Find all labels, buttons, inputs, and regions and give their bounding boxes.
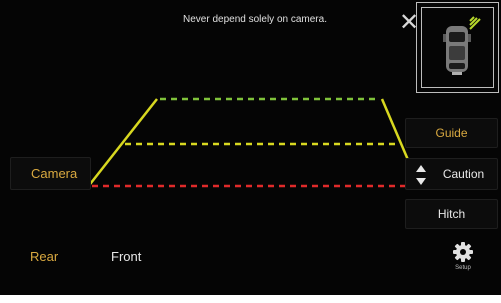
camera-button[interactable]: Camera: [10, 157, 91, 190]
setup-label: Setup: [455, 265, 471, 271]
hitch-button[interactable]: Hitch: [405, 199, 498, 229]
setup-button[interactable]: Setup: [448, 240, 478, 276]
gear-icon: [453, 242, 473, 262]
parking-guide-lines: [86, 97, 422, 189]
guide-left-side-line: [86, 98, 158, 189]
tab-front[interactable]: Front: [111, 249, 141, 264]
bottom-border: [0, 295, 501, 303]
up-down-arrows-icon[interactable]: [415, 164, 427, 186]
tab-rear[interactable]: Rear: [30, 249, 58, 264]
rear-camera-screen: Never depend solely on camera. ✕ Camera …: [0, 0, 501, 303]
guide-button[interactable]: Guide: [405, 118, 498, 148]
